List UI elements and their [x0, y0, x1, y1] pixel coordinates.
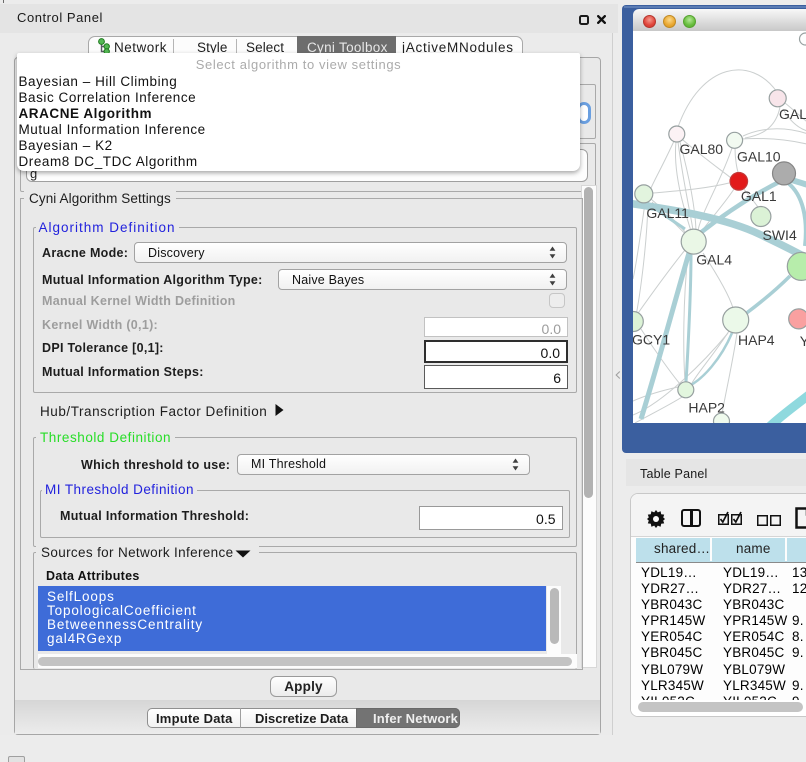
- svg-text:GAL10: GAL10: [737, 149, 781, 165]
- svg-text:SWI4: SWI4: [763, 227, 797, 243]
- svg-text:Y: Y: [800, 333, 806, 349]
- svg-text:GAL1: GAL1: [741, 188, 777, 204]
- svg-text:GAL7: GAL7: [779, 106, 806, 122]
- svg-text:HAP4: HAP4: [738, 332, 775, 348]
- svg-text:HAP2: HAP2: [688, 400, 725, 416]
- svg-text:GAL11: GAL11: [646, 205, 689, 221]
- svg-text:GAL4: GAL4: [696, 252, 732, 268]
- svg-text:GCY1: GCY1: [633, 332, 670, 348]
- svg-text:GAL80: GAL80: [680, 141, 724, 157]
